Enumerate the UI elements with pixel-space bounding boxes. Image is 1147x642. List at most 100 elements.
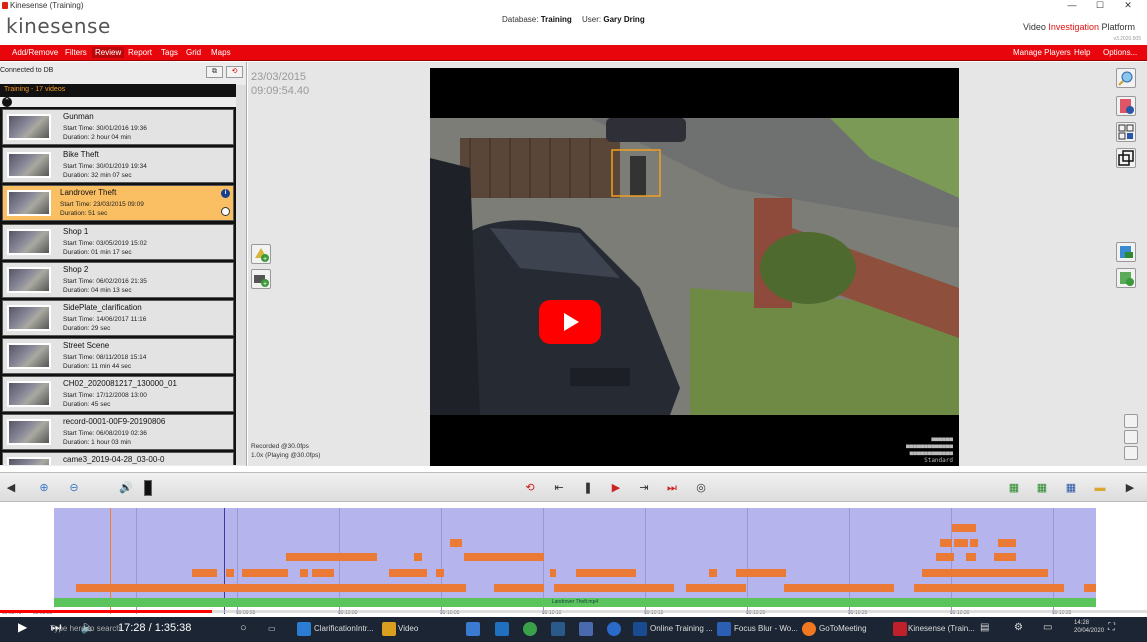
gotomeeting-icon[interactable] — [802, 622, 816, 636]
collapse-right-icon[interactable]: ▶ — [1122, 480, 1138, 496]
list-scrollbar[interactable] — [236, 85, 246, 465]
group-header[interactable]: Training - 17 videos — [0, 84, 236, 97]
word-icon[interactable] — [717, 622, 731, 636]
menu-filters[interactable]: Filters — [65, 48, 87, 57]
marker-edit-icon[interactable] — [1124, 446, 1138, 460]
pause-icon[interactable]: ❚ — [580, 480, 596, 496]
info-icon[interactable]: i — [221, 189, 230, 198]
app-icon-2[interactable] — [579, 622, 593, 636]
activity-segment — [940, 539, 952, 547]
add-bookmark-icon[interactable]: ▦ — [1063, 480, 1079, 496]
step-back-icon[interactable]: ⇤ — [551, 480, 567, 496]
settings-icon[interactable]: ⚙ — [1014, 622, 1023, 633]
activity-segment — [192, 569, 217, 577]
video-frame[interactable]: ■■■■■■ ■■■■■■■■■■■■■ ■■■■■■■■■■■■ Standa… — [430, 68, 959, 466]
video-duration: Duration: 2 hour 04 min — [63, 134, 131, 141]
video-title: Bike Theft — [63, 150, 99, 159]
popout-icon[interactable] — [1116, 148, 1136, 168]
zoom-icon[interactable] — [1116, 68, 1136, 88]
marker-up-icon[interactable] — [1124, 414, 1138, 428]
video-item-came3[interactable]: came3_2019-04-28_03-00-0 — [2, 452, 234, 465]
add-export-icon[interactable] — [1116, 268, 1136, 288]
video-item-shop-1[interactable]: Shop 1 Start Time: 03/05/2019 15:02 Dura… — [2, 224, 234, 260]
video-item-bike-theft[interactable]: Bike Theft Start Time: 30/01/2019 19:34 … — [2, 147, 234, 183]
menu-grid[interactable]: Grid — [186, 48, 201, 57]
video-thumbnail — [7, 457, 51, 465]
zoom-in-icon[interactable]: ⊕ — [36, 480, 52, 496]
skip-end-icon[interactable]: ⏭ — [664, 480, 680, 496]
taskbar-app-video[interactable]: Video — [398, 624, 418, 633]
copy-icon[interactable]: ⧉ — [206, 66, 223, 78]
folder-icon[interactable]: ▬ — [1092, 480, 1108, 496]
speed-icon[interactable]: ◎ — [693, 480, 709, 496]
miniplayer-icon[interactable]: ▭ — [1043, 622, 1052, 633]
video-item-landrover-theft[interactable]: Landrover Theft Start Time: 23/03/2015 0… — [2, 185, 234, 221]
kinesense-app-icon[interactable] — [893, 622, 907, 636]
taskbar-clock[interactable]: 14:28 20/04/2020 — [1074, 619, 1104, 635]
video-track[interactable]: Landrover Theft.mp4 — [54, 598, 1096, 607]
activity-segment — [914, 584, 1064, 592]
cortana-icon[interactable]: ○ — [240, 622, 247, 634]
zoom-out-icon[interactable]: ⊖ — [66, 480, 82, 496]
menu-manage-players[interactable]: Manage Players — [1013, 48, 1071, 57]
video-item-street-scene[interactable]: Street Scene Start Time: 08/11/2018 15:1… — [2, 338, 234, 374]
task-view-icon[interactable]: ▭ — [268, 624, 276, 633]
timeline-band[interactable] — [54, 508, 1096, 614]
minimize-button[interactable]: — — [1062, 0, 1082, 10]
chrome-icon[interactable] — [523, 622, 537, 636]
firefox-icon[interactable] — [607, 622, 621, 636]
edge-icon[interactable] — [297, 622, 311, 636]
export-clip-icon[interactable]: ▦ — [1006, 480, 1022, 496]
video-item-gunman[interactable]: Gunman Start Time: 30/01/2016 19:36 Dura… — [2, 109, 234, 145]
youtube-play-button-icon[interactable]: ▶ — [18, 620, 27, 634]
taskbar-search[interactable]: Type here to search — [50, 624, 121, 633]
export-frames-icon[interactable]: ▦ — [1034, 480, 1050, 496]
taskbar-app-clarification[interactable]: ClarificationIntr... — [314, 624, 374, 633]
fullscreen-icon[interactable]: ⛶ — [1108, 622, 1115, 633]
video-item-shop-2[interactable]: Shop 2 Start Time: 06/02/2016 21:35 Dura… — [2, 262, 234, 298]
taskbar-app-kinesense[interactable]: Kinesense (Train... — [908, 624, 975, 633]
menu-report[interactable]: Report — [128, 48, 152, 57]
folder-app-icon[interactable] — [382, 622, 396, 636]
refresh-icon[interactable]: ⟲ — [226, 66, 243, 78]
menu-add-remove[interactable]: Add/Remove — [12, 48, 58, 57]
info-panel-icon[interactable] — [1116, 96, 1136, 116]
taskbar-app-gotomeeting[interactable]: GoToMeeting — [819, 624, 867, 633]
menu-review[interactable]: Review — [92, 47, 125, 58]
activity-segment — [954, 539, 968, 547]
mail-icon[interactable] — [495, 622, 509, 636]
close-button[interactable]: ✕ — [1118, 0, 1138, 11]
taskbar-app-online-training[interactable]: Online Training ... — [650, 624, 713, 633]
store-icon[interactable] — [466, 622, 480, 636]
grid-layout-icon[interactable] — [1116, 122, 1136, 142]
menu-options[interactable]: Options... — [1103, 48, 1137, 57]
taskbar-app-focus-blur[interactable]: Focus Blur - Wo... — [734, 624, 798, 633]
collapse-left-icon[interactable]: ◀ — [3, 480, 19, 496]
video-item-record-0001[interactable]: record-0001-00F9-20190806 Start Time: 06… — [2, 414, 234, 450]
add-camera-icon[interactable]: + — [251, 269, 271, 289]
volume-slider[interactable] — [144, 480, 152, 496]
play-icon[interactable]: ▶ — [608, 480, 624, 496]
add-tag-icon[interactable]: + — [251, 244, 271, 264]
volume-icon[interactable]: 🔊 — [118, 480, 134, 496]
youtube-progress-track[interactable] — [0, 610, 1147, 613]
loop-icon[interactable]: ⟲ — [522, 480, 538, 496]
export-image-icon[interactable] — [1116, 242, 1136, 262]
activity-timeline[interactable]: Landrover Theft.mp4 09:09:49 09:09:50 09… — [0, 502, 1147, 616]
menu-maps[interactable]: Maps — [211, 48, 231, 57]
step-forward-icon[interactable]: ⇥ — [636, 480, 652, 496]
maximize-button[interactable]: ☐ — [1090, 0, 1110, 11]
collapse-icon[interactable]: ⌃ — [2, 97, 12, 107]
subtitles-icon[interactable]: ▤ — [980, 622, 989, 633]
online-training-icon[interactable] — [633, 622, 647, 636]
video-player-area: 23/03/2015 09:09:54.40 + + Recorded @30.… — [248, 62, 1147, 466]
menu-tags[interactable]: Tags — [161, 48, 178, 57]
video-item-sideplate[interactable]: SidePlate_clarification Start Time: 14/0… — [2, 300, 234, 336]
youtube-play-icon[interactable] — [539, 300, 601, 344]
app-icon-1[interactable] — [551, 622, 565, 636]
menu-help[interactable]: Help — [1074, 48, 1090, 57]
clock-icon[interactable] — [221, 207, 230, 216]
marker-box-icon[interactable] — [1124, 430, 1138, 444]
video-item-ch02[interactable]: CH02_2020081217_130000_01 Start Time: 17… — [2, 376, 234, 412]
video-start: Start Time: 30/01/2019 19:34 — [63, 163, 147, 170]
